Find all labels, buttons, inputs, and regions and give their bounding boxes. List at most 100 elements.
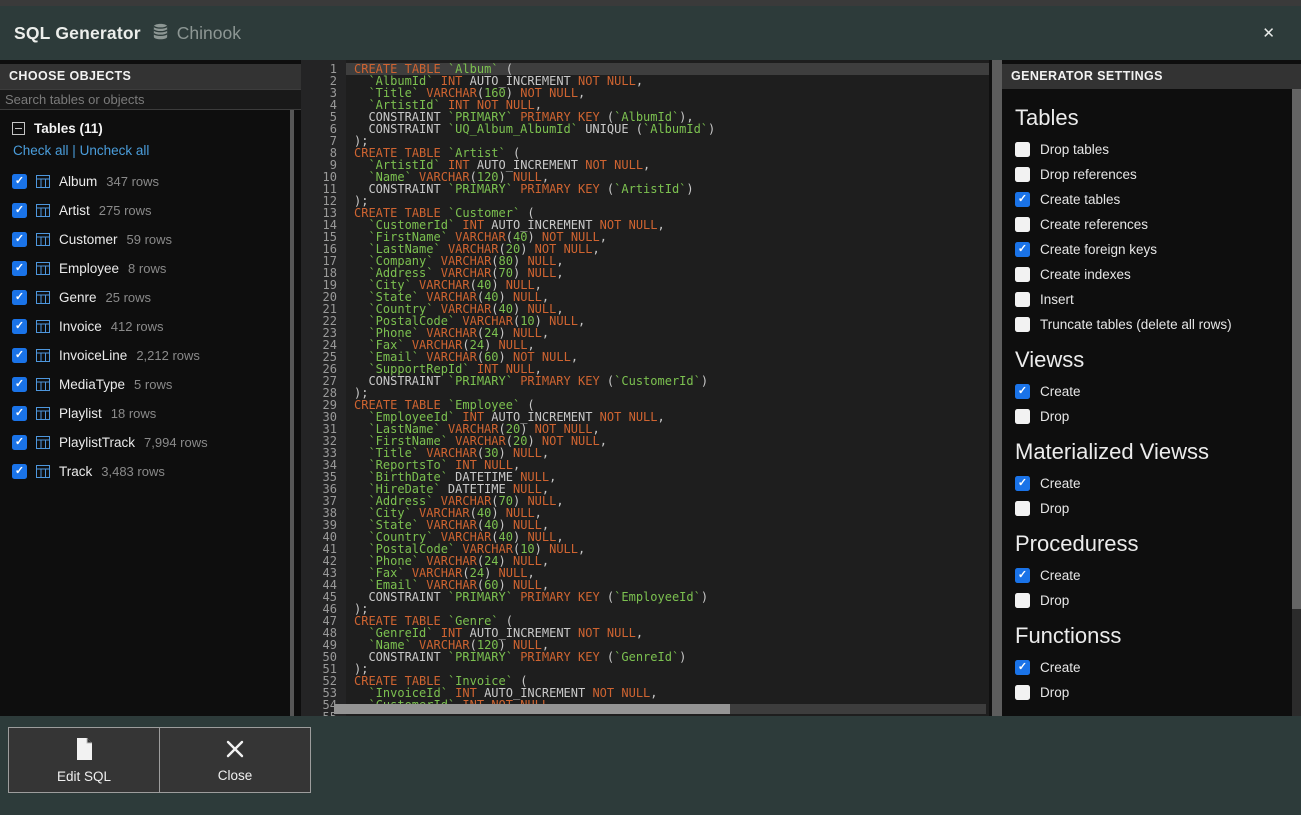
- settings-option-label: Create foreign keys: [1040, 242, 1157, 257]
- settings-option[interactable]: Drop: [1015, 592, 1287, 609]
- checkbox-checked[interactable]: ✓: [12, 319, 27, 334]
- table-list-item[interactable]: ✓ Artist275 rows: [12, 196, 289, 225]
- line-number: 6: [301, 123, 346, 135]
- table-list-item[interactable]: ✓ Album347 rows: [12, 167, 289, 196]
- checkbox-checked[interactable]: ✓: [1015, 384, 1030, 399]
- table-icon: [36, 465, 50, 478]
- checkbox[interactable]: [1015, 292, 1030, 307]
- table-row-count: 8 rows: [128, 261, 166, 276]
- table-list-item[interactable]: ✓ PlaylistTrack 7,994 rows: [12, 428, 289, 457]
- close-button[interactable]: Close: [159, 728, 310, 792]
- collapse-icon[interactable]: [12, 122, 25, 135]
- editor-horizontal-scrollbar-thumb[interactable]: [334, 704, 730, 714]
- line-number: 7: [301, 135, 346, 147]
- table-list-item[interactable]: ✓ Employee8 rows: [12, 254, 289, 283]
- checkbox-checked[interactable]: ✓: [1015, 476, 1030, 491]
- settings-section-title: Proceduress: [1015, 531, 1287, 557]
- settings-option-label: Create references: [1040, 217, 1148, 232]
- settings-option-label: Insert: [1040, 292, 1074, 307]
- settings-option[interactable]: Drop: [1015, 684, 1287, 701]
- settings-option[interactable]: Drop tables: [1015, 141, 1287, 158]
- settings-option[interactable]: Drop: [1015, 500, 1287, 517]
- checkbox-checked[interactable]: ✓: [12, 435, 27, 450]
- settings-option[interactable]: ✓Create: [1015, 659, 1287, 676]
- settings-section-title: Functionss: [1015, 623, 1287, 649]
- settings-option[interactable]: ✓ Create tables: [1015, 191, 1287, 208]
- sql-preview-editor[interactable]: 1CREATE TABLE `Album` (2 `AlbumId` INT A…: [301, 60, 1002, 716]
- check-all-link[interactable]: Check all: [13, 143, 69, 158]
- settings-option[interactable]: Insert: [1015, 291, 1287, 308]
- settings-option[interactable]: ✓Create: [1015, 475, 1287, 492]
- checkbox-checked[interactable]: ✓: [12, 348, 27, 363]
- bulk-check-links: Check all | Uncheck all: [13, 143, 289, 158]
- table-icon: [36, 436, 50, 449]
- editor-vertical-scrollbar[interactable]: [989, 60, 1002, 716]
- table-name: InvoiceLine: [59, 348, 127, 363]
- checkbox-checked[interactable]: ✓: [12, 232, 27, 247]
- settings-option-label: Create tables: [1040, 192, 1120, 207]
- table-list-item[interactable]: ✓ Customer59 rows: [12, 225, 289, 254]
- checkbox[interactable]: [1015, 267, 1030, 282]
- settings-scrollbar-thumb[interactable]: [1292, 89, 1301, 609]
- edit-sql-label: Edit SQL: [57, 769, 111, 784]
- table-name: PlaylistTrack: [59, 435, 135, 450]
- generator-settings-panel: GENERATOR SETTINGS TablesDrop tablesDrop…: [1002, 60, 1301, 716]
- settings-option[interactable]: Create indexes: [1015, 266, 1287, 283]
- code-text: CONSTRAINT `PRIMARY` PRIMARY KEY (`Emplo…: [346, 591, 1002, 603]
- checkbox-checked[interactable]: ✓: [12, 203, 27, 218]
- checkbox[interactable]: [1015, 317, 1030, 332]
- table-list-item[interactable]: ✓ Invoice412 rows: [12, 312, 289, 341]
- settings-option[interactable]: Create references: [1015, 216, 1287, 233]
- checkbox-checked[interactable]: ✓: [1015, 192, 1030, 207]
- table-row-count: 7,994 rows: [144, 435, 208, 450]
- code-line: 45 CONSTRAINT `PRIMARY` PRIMARY KEY (`Em…: [301, 591, 1002, 603]
- settings-option[interactable]: ✓Create: [1015, 383, 1287, 400]
- checkbox[interactable]: [1015, 501, 1030, 516]
- settings-option[interactable]: Drop: [1015, 408, 1287, 425]
- checkbox-checked[interactable]: ✓: [1015, 242, 1030, 257]
- left-panel-scrollbar[interactable]: [290, 110, 294, 716]
- checkbox[interactable]: [1015, 167, 1030, 182]
- table-list-item[interactable]: ✓ MediaType5 rows: [12, 370, 289, 399]
- checkbox-checked[interactable]: ✓: [1015, 660, 1030, 675]
- line-number: 1: [301, 63, 346, 75]
- dialog-body: CHOOSE OBJECTS Tables (11) Check all | U…: [0, 60, 1301, 716]
- table-list-item[interactable]: ✓ InvoiceLine2,212 rows: [12, 341, 289, 370]
- table-name: Playlist: [59, 406, 102, 421]
- checkbox-checked[interactable]: ✓: [12, 290, 27, 305]
- checkbox-checked[interactable]: ✓: [12, 174, 27, 189]
- checkbox-checked[interactable]: ✓: [12, 261, 27, 276]
- checkbox-checked[interactable]: ✓: [12, 377, 27, 392]
- table-list-item[interactable]: ✓ Playlist18 rows: [12, 399, 289, 428]
- checkbox[interactable]: [1015, 409, 1030, 424]
- settings-option-label: Drop references: [1040, 167, 1137, 182]
- checkbox[interactable]: [1015, 142, 1030, 157]
- editor-horizontal-scrollbar[interactable]: [334, 704, 986, 714]
- settings-option[interactable]: ✓Create: [1015, 567, 1287, 584]
- code-line: 6 CONSTRAINT `UQ_Album_AlbumId` UNIQUE (…: [301, 123, 1002, 135]
- settings-option[interactable]: Drop references: [1015, 166, 1287, 183]
- checkbox-checked[interactable]: ✓: [12, 406, 27, 421]
- edit-sql-button[interactable]: Edit SQL: [9, 728, 159, 792]
- code-text: CONSTRAINT `PRIMARY` PRIMARY KEY (`Genre…: [346, 651, 1002, 663]
- checkbox-checked[interactable]: ✓: [12, 464, 27, 479]
- checkbox[interactable]: [1015, 685, 1030, 700]
- checkbox[interactable]: [1015, 217, 1030, 232]
- tables-group-row[interactable]: Tables (11): [12, 121, 289, 136]
- uncheck-all-link[interactable]: Uncheck all: [80, 143, 150, 158]
- close-icon[interactable]: ✕: [1262, 24, 1275, 42]
- table-row-count: 5 rows: [134, 377, 172, 392]
- settings-option[interactable]: ✓ Create foreign keys: [1015, 241, 1287, 258]
- checkbox-checked[interactable]: ✓: [1015, 568, 1030, 583]
- settings-option[interactable]: Truncate tables (delete all rows): [1015, 316, 1287, 333]
- search-input[interactable]: [0, 89, 301, 110]
- code-text: CONSTRAINT `PRIMARY` PRIMARY KEY (`Custo…: [346, 375, 1002, 387]
- checkbox[interactable]: [1015, 593, 1030, 608]
- settings-scrollbar-track[interactable]: [1292, 89, 1301, 716]
- table-list-item[interactable]: ✓ Track3,483 rows: [12, 457, 289, 486]
- tables-group-label: Tables (11): [34, 121, 103, 136]
- close-x-icon: [224, 738, 246, 763]
- table-list: ✓ Album347 rows✓ Artist275 rows✓: [12, 167, 289, 486]
- table-list-item[interactable]: ✓ Genre25 rows: [12, 283, 289, 312]
- line-number: 4: [301, 99, 346, 111]
